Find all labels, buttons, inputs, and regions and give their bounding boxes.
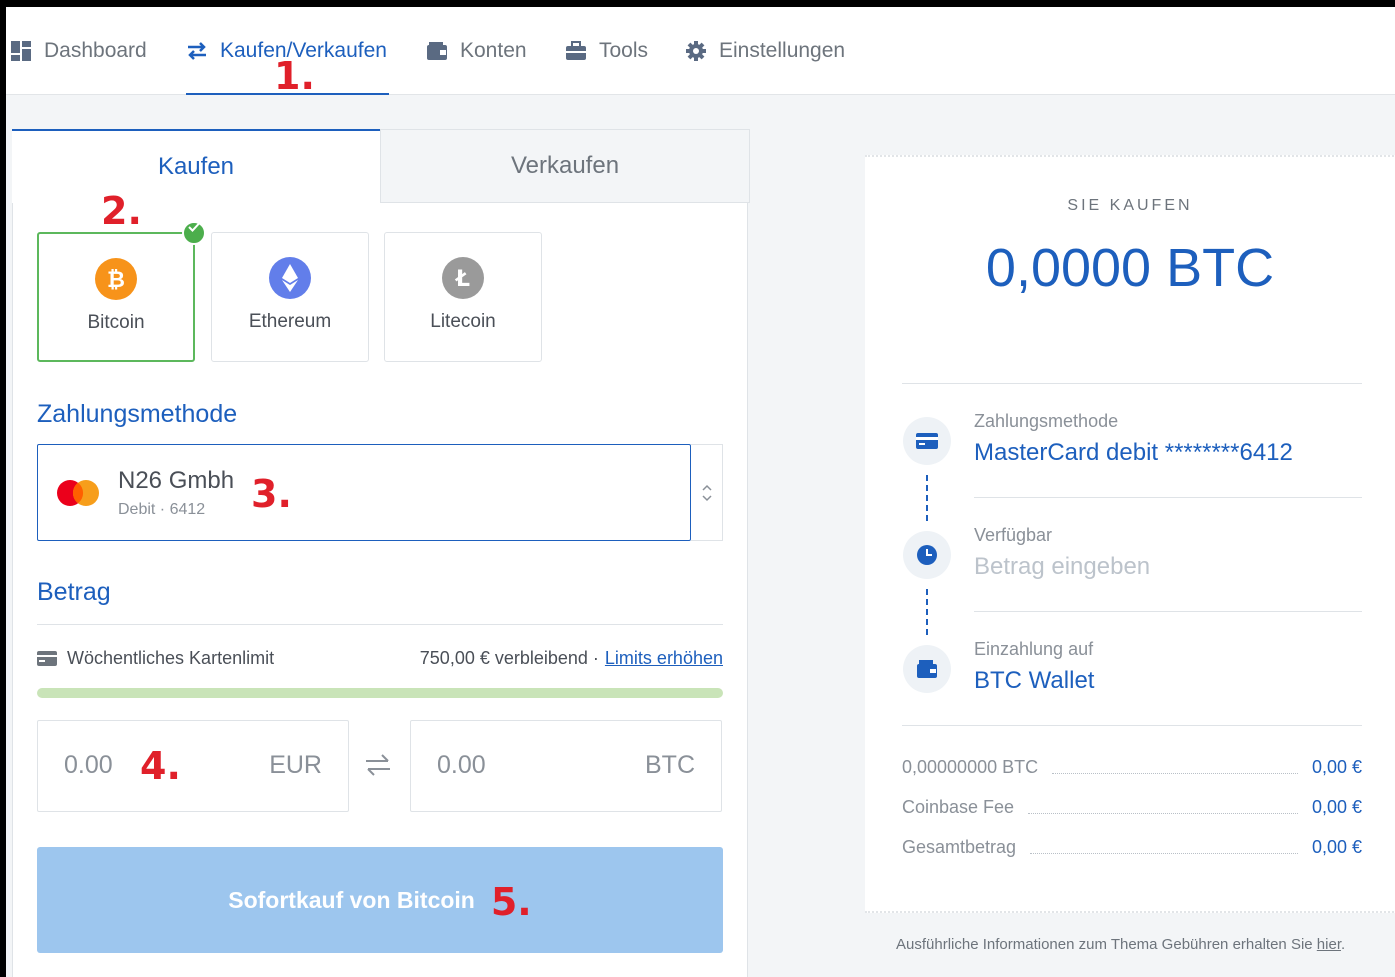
mastercard-icon — [57, 480, 99, 506]
toolbox-icon — [566, 41, 586, 60]
fee-row-total: Gesamtbetrag 0,00 € — [902, 835, 1362, 859]
chevron-updown-icon — [701, 484, 712, 501]
fee-row-crypto: 0,00000000 BTC 0,00 € — [902, 755, 1362, 779]
wallet-icon — [903, 645, 951, 693]
step-separator — [974, 497, 1362, 498]
svg-text:₿: ₿ — [107, 268, 125, 293]
fees-footnote: Ausführliche Informationen zum Thema Geb… — [896, 936, 1345, 953]
annotation-5: 5. — [490, 880, 532, 924]
instant-buy-label: Sofortkauf von Bitcoin — [228, 886, 475, 913]
fee-value: 0,00 € — [1311, 796, 1362, 817]
annotation-4: 4. — [140, 744, 181, 788]
clock-icon — [903, 531, 951, 579]
dashboard-icon — [11, 41, 31, 61]
fee-leader — [1052, 772, 1298, 774]
summary-divider-top — [902, 383, 1362, 384]
card-limit-progress — [37, 688, 723, 698]
fee-value: 0,00 € — [1311, 756, 1362, 777]
step-payment-value: MasterCard debit ********6412 — [974, 439, 1293, 466]
step-deposit-label: Einzahlung auf — [974, 639, 1094, 659]
coin-option-ethereum[interactable]: Ethereum — [211, 232, 369, 362]
nav-settings-label: Einstellungen — [719, 39, 846, 62]
card-limit-label: Wöchentliches Kartenlimit — [67, 647, 275, 668]
bitcoin-icon: ₿ — [95, 258, 137, 300]
tab-sell-label: Verkaufen — [510, 152, 620, 179]
coin-label-litecoin: Litecoin — [430, 311, 496, 332]
btc-currency-label: BTC — [645, 751, 695, 779]
amount-divider — [37, 624, 723, 625]
footnote-link[interactable]: hier — [1317, 936, 1341, 953]
eur-currency-label: EUR — [269, 751, 322, 779]
nav-accounts-label: Konten — [460, 39, 527, 62]
card-limit-row: Wöchentliches Kartenlimit 750,00 € verbl… — [37, 646, 723, 670]
wallet-icon — [427, 42, 447, 60]
app-frame: Dashboard Kaufen/Verkaufen Konten Tools … — [6, 7, 1395, 977]
fee-row-coinbase: Coinbase Fee 0,00 € — [902, 795, 1362, 819]
litecoin-icon: Ł — [442, 257, 484, 299]
step-available-value: Betrag eingeben — [974, 553, 1151, 580]
payment-method-heading: Zahlungsmethode — [37, 400, 238, 428]
btc-amount-value: 0.00 — [437, 751, 486, 779]
summary-label: SIE KAUFEN — [1067, 197, 1193, 214]
annotation-2: 2. — [101, 189, 142, 233]
buy-sell-panel: Kaufen Verkaufen 2. ₿ Bitcoin Ethereum Ł… — [12, 129, 750, 977]
fee-value: 0,00 € — [1311, 836, 1362, 857]
annotation-1: 1. — [274, 54, 315, 98]
raise-limits-link[interactable]: Limits erhöhen — [605, 648, 723, 669]
step-deposit-value: BTC Wallet — [974, 667, 1095, 694]
card-icon — [37, 650, 57, 666]
fee-leader — [1028, 812, 1298, 814]
order-summary-panel: SIE KAUFEN 0,0000 BTC Zahlungsmethode Ma… — [865, 155, 1395, 913]
tab-sell[interactable]: Verkaufen — [380, 129, 750, 203]
btc-amount-input[interactable]: 0.00 BTC — [410, 720, 722, 812]
selected-check-icon — [182, 221, 206, 245]
swap-arrows-icon — [188, 42, 206, 60]
coin-label-bitcoin: Bitcoin — [87, 312, 145, 333]
card-icon — [903, 417, 951, 465]
tab-buy[interactable]: Kaufen — [12, 129, 380, 203]
payment-method-detail: Debit · 6412 — [118, 501, 206, 518]
annotation-3: 3. — [251, 472, 292, 516]
fee-label: 0,00000000 BTC — [902, 756, 1039, 777]
amount-heading: Betrag — [37, 578, 111, 606]
nav-dashboard-label: Dashboard — [44, 39, 147, 62]
currency-swap-icon[interactable] — [363, 750, 393, 785]
step-payment-label: Zahlungsmethode — [974, 411, 1119, 431]
top-nav: Dashboard Kaufen/Verkaufen Konten Tools … — [6, 7, 1395, 95]
nav-tools[interactable]: Tools — [565, 35, 648, 67]
nav-accounts[interactable]: Konten — [426, 35, 527, 67]
tab-buy-label: Kaufen — [157, 153, 235, 180]
payment-method-name: N26 Gmbh — [118, 467, 235, 494]
step-connector — [926, 589, 928, 635]
gear-icon — [686, 41, 706, 61]
summary-divider-bottom — [902, 725, 1362, 726]
coin-option-litecoin[interactable]: Ł Litecoin — [384, 232, 542, 362]
fee-label: Gesamtbetrag — [902, 836, 1017, 857]
step-connector — [926, 475, 928, 521]
nav-dashboard[interactable]: Dashboard — [10, 35, 147, 67]
coin-label-ethereum: Ethereum — [248, 311, 332, 332]
instant-buy-button[interactable]: Sofortkauf von Bitcoin 5. — [37, 847, 723, 953]
coin-option-bitcoin[interactable]: ₿ Bitcoin — [37, 221, 206, 362]
step-separator — [974, 611, 1362, 612]
footnote-text: Ausführliche Informationen zum Thema Geb… — [896, 936, 1317, 953]
step-available-label: Verfügbar — [974, 525, 1053, 545]
footnote-end: . — [1340, 936, 1346, 953]
payment-select-toggle[interactable] — [691, 444, 723, 541]
fee-leader — [1030, 852, 1298, 854]
payment-method-select[interactable]: N26 Gmbh Debit · 6412 3. — [37, 444, 691, 541]
summary-amount: 0,0000 BTC — [985, 238, 1275, 298]
nav-settings[interactable]: Einstellungen — [685, 35, 845, 67]
eur-amount-input[interactable]: 0.00 EUR 4. — [37, 720, 349, 812]
card-limit-remaining: 750,00 € verbleibend · — [419, 647, 599, 668]
eur-amount-value: 0.00 — [64, 751, 113, 779]
svg-text:Ł: Ł — [455, 267, 470, 292]
fee-label: Coinbase Fee — [902, 796, 1015, 817]
ethereum-icon — [269, 257, 311, 299]
nav-tools-label: Tools — [599, 39, 649, 62]
